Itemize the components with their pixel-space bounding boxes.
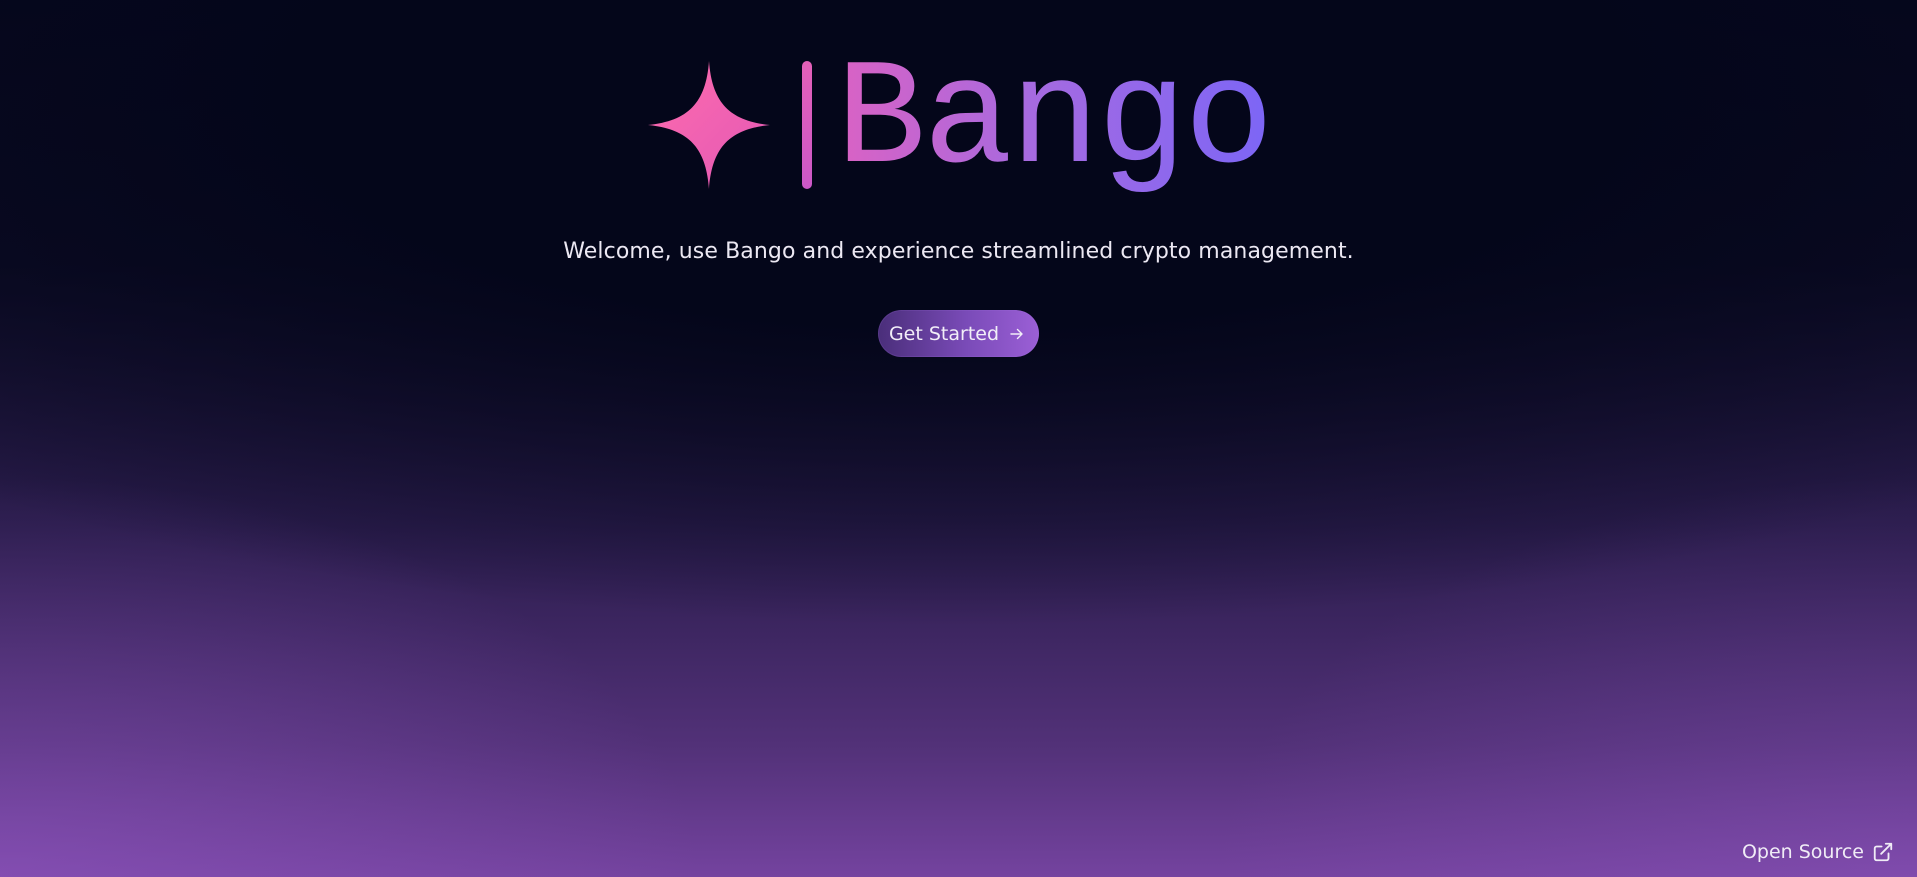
brand-logo: Bango [646, 37, 1274, 207]
open-source-label: Open Source [1741, 841, 1864, 863]
open-source-link[interactable]: Open Source [1742, 841, 1894, 863]
hero-section: Bango Welcome, use Bango and experience … [0, 0, 1917, 357]
logo-divider [801, 61, 812, 189]
external-link-icon [1873, 842, 1893, 862]
arrow-right-icon [1010, 328, 1023, 339]
tagline: Welcome, use Bango and experience stream… [563, 239, 1354, 264]
four-point-star-icon [647, 61, 770, 189]
get-started-button[interactable]: Get Started [877, 310, 1040, 357]
get-started-label: Get Started [888, 322, 1000, 345]
brand-name: Bango [835, 37, 1274, 207]
